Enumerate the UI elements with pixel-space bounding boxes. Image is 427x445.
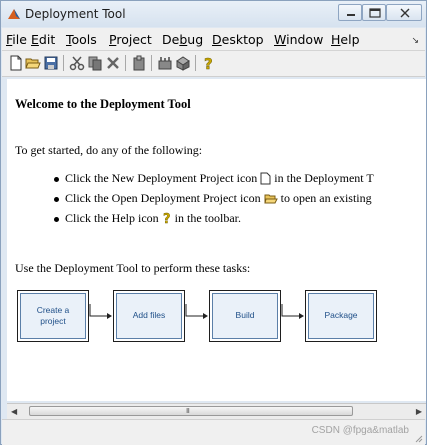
matlab-logo-icon [8,9,20,19]
package-box[interactable]: Package [305,290,377,342]
status-bar: CSDN @fpga&matlab [2,419,425,445]
copy-icon[interactable] [87,55,103,71]
menu-desktop[interactable]: Desktop [212,32,264,47]
svg-text:?: ? [204,55,213,71]
window-title: Deployment Tool [25,7,126,21]
horizontal-scrollbar[interactable]: ◀ III ▶ [7,403,426,419]
bullet-new-project: Click the New Deployment Project icon in … [54,171,374,186]
bullet-help: Click the Help icon? in the toolbar. [54,211,241,226]
close-button[interactable] [386,4,422,21]
menu-tools[interactable]: Tools [66,32,97,47]
open-folder-icon [263,194,278,204]
save-icon[interactable] [43,55,59,71]
cut-icon[interactable] [69,55,85,71]
scroll-left-icon[interactable]: ◀ [11,407,17,416]
svg-text:?: ? [163,212,171,225]
package-icon[interactable] [175,55,191,71]
settings-icon[interactable] [157,55,173,71]
toolbar-separator [195,55,196,71]
add-files-box[interactable]: Add files [113,290,185,342]
new-document-icon [260,172,271,185]
tasks-intro-text: Use the Deployment Tool to perform these… [15,261,251,275]
bullet-dot [54,176,59,182]
menu-project[interactable]: Project [109,32,152,47]
menubar-pin-icon[interactable]: ↘ [411,35,419,46]
toolbar-separator [125,55,126,71]
toolbar-separator [151,55,152,71]
bullet-open-project: Click the Open Deployment Project icon to… [54,191,372,206]
title-bar[interactable]: Deployment Tool [1,1,426,27]
paste-icon[interactable] [131,55,147,71]
toolbar: ? [2,51,425,77]
menu-file[interactable]: File [6,32,27,47]
welcome-heading: Welcome to the Deployment Tool [15,97,191,111]
get-started-text: To get started, do any of the following: [15,143,203,157]
bullet-dot [54,196,59,202]
create-project-box[interactable]: Create a project [17,290,89,342]
resize-grip-icon[interactable] [413,433,423,443]
delete-icon[interactable] [105,55,121,71]
help-icon: ? [162,212,171,225]
scroll-right-icon[interactable]: ▶ [416,407,422,416]
watermark-text: CSDN @fpga&matlab [311,425,409,436]
close-icon [400,8,410,18]
flow-arrow [281,304,304,319]
deployment-tool-window: Deployment Tool File Edit Tools Project … [0,0,427,445]
menu-bar: File Edit Tools Project Debug Desktop Wi… [2,28,425,51]
flow-arrow [89,304,112,319]
flow-arrow [185,304,208,319]
open-folder-icon[interactable] [25,55,41,71]
welcome-content: Welcome to the Deployment Tool To get st… [7,79,426,401]
scrollbar-grip: III [186,408,190,415]
menu-edit[interactable]: Edit [31,32,55,47]
maximize-icon [369,8,381,18]
build-box[interactable]: Build [209,290,281,342]
minimize-icon [347,14,355,16]
menu-debug[interactable]: Debug [162,32,203,47]
menu-window[interactable]: Window [274,32,323,47]
menu-help[interactable]: Help [331,32,360,47]
new-document-icon[interactable] [8,55,24,71]
help-icon[interactable]: ? [201,55,217,71]
toolbar-separator [63,55,64,71]
scrollbar-thumb[interactable]: III [29,406,353,416]
minimize-button[interactable] [338,4,362,21]
bullet-dot [54,216,59,222]
maximize-button[interactable] [362,4,386,21]
